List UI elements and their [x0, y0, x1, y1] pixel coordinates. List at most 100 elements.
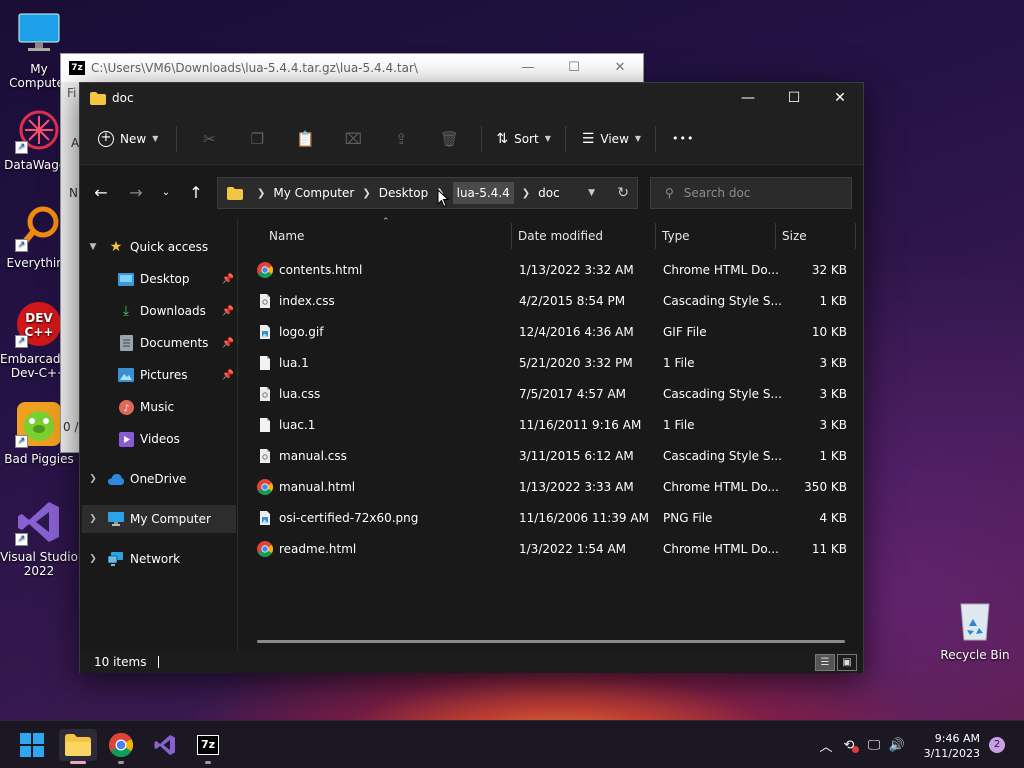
column-divider[interactable]: [855, 223, 856, 249]
file-row[interactable]: readme.html 1/3/2022 1:54 AM Chrome HTML D…: [257, 534, 853, 565]
minimize-button[interactable]: —: [725, 83, 771, 113]
folder-icon: [90, 91, 106, 105]
start-button[interactable]: [16, 729, 48, 761]
nav-label: Music: [140, 400, 175, 414]
nav-quick-access[interactable]: ▼ ★ Quick access: [86, 233, 234, 261]
paste-icon[interactable]: 📋: [281, 123, 329, 155]
nav-downloads[interactable]: ⤓ Downloads 📌: [118, 297, 234, 325]
system-tray: ︿ ⟲ 🖵 🔊: [816, 721, 908, 768]
new-button[interactable]: + New ▼: [98, 130, 158, 147]
taskbar-7zip[interactable]: 7z: [192, 729, 224, 764]
forward-button[interactable]: →: [121, 177, 151, 207]
cut-icon[interactable]: ✂: [185, 123, 233, 155]
file-row[interactable]: index.css 4/2/2015 8:54 PM Cascading Style…: [257, 286, 853, 317]
close-icon[interactable]: ✕: [597, 54, 643, 82]
refresh-icon[interactable]: ↻: [617, 185, 629, 201]
taskbar-visual-studio[interactable]: [149, 729, 181, 761]
network-icon: [108, 551, 124, 567]
chevron-right-icon[interactable]: ❯: [86, 514, 100, 524]
file-row[interactable]: logo.gif 12/4/2016 4:36 AM GIF File 10 KB: [257, 317, 853, 348]
nav-network[interactable]: ❯ Network: [86, 545, 234, 573]
horizontal-scrollbar[interactable]: [257, 640, 845, 643]
chevron-right-icon[interactable]: ❯: [86, 554, 100, 564]
breadcrumb-desktop[interactable]: Desktop: [379, 186, 429, 200]
address-bar[interactable]: ❯ My Computer ❯ Desktop ❯ lua-5.4.4 ❯ do…: [217, 177, 638, 209]
taskbar-chrome[interactable]: [105, 729, 137, 764]
back-button[interactable]: ←: [86, 177, 116, 207]
file-row[interactable]: manual.html 1/13/2022 3:33 AM Chrome HTML …: [257, 472, 853, 503]
sort-button[interactable]: ⇅ Sort ▼: [496, 131, 551, 147]
copy-icon[interactable]: ❐: [233, 123, 281, 155]
file-row[interactable]: lua.css 7/5/2017 4:57 AM Cascading Style S…: [257, 379, 853, 410]
maximize-icon[interactable]: ☐: [551, 54, 597, 82]
chevron-right-icon[interactable]: ❯: [86, 474, 100, 484]
network-status-icon[interactable]: 🖵: [862, 738, 886, 753]
chevron-down-icon[interactable]: ▼: [86, 242, 100, 252]
share-icon[interactable]: ⇪: [377, 123, 425, 155]
background-window-controls: — ☐ ✕: [505, 54, 643, 82]
more-options-button[interactable]: •••: [672, 132, 694, 145]
devcpp-icon: DEV C++ ↗: [15, 300, 63, 348]
nav-videos[interactable]: Videos: [118, 425, 234, 453]
file-type: Chrome HTML Do...: [663, 263, 779, 277]
column-header-name[interactable]: Name: [269, 223, 509, 249]
rename-icon[interactable]: ⌧: [329, 123, 377, 155]
column-divider[interactable]: [775, 223, 776, 249]
navigation-pane: ▼ ★ Quick access Desktop 📌 ⤓ Downloads 📌…: [80, 219, 238, 651]
nav-music[interactable]: ♪ Music: [118, 393, 234, 421]
show-hidden-icons-chevron-up-icon[interactable]: ︿: [816, 736, 836, 755]
view-button[interactable]: ☰ View ▼: [582, 131, 641, 147]
large-icons-view-button[interactable]: ▣: [837, 654, 857, 671]
breadcrumb-doc[interactable]: doc: [538, 186, 560, 200]
nav-onedrive[interactable]: ❯ OneDrive: [86, 465, 234, 493]
details-view-button[interactable]: ☰: [815, 654, 835, 671]
file-date: 11/16/2006 11:39 AM: [519, 511, 649, 525]
column-divider[interactable]: [655, 223, 656, 249]
taskbar-file-explorer[interactable]: [59, 729, 97, 764]
clock[interactable]: 9:46 AM 3/11/2023: [924, 731, 980, 761]
up-button[interactable]: ↑: [181, 177, 211, 207]
column-header-type[interactable]: Type: [662, 223, 774, 249]
image-file-icon: [257, 510, 273, 526]
view-label: View: [600, 131, 629, 146]
close-button[interactable]: ✕: [817, 83, 863, 113]
file-row[interactable]: luac.1 11/16/2011 9:16 AM 1 File 3 KB: [257, 410, 853, 441]
generic-file-icon: [257, 355, 273, 371]
volume-icon[interactable]: 🔊: [886, 738, 908, 753]
recent-locations-button[interactable]: ⌄: [151, 177, 181, 207]
file-date: 4/2/2015 8:54 PM: [519, 294, 626, 308]
maximize-button[interactable]: ☐: [771, 83, 817, 113]
file-row[interactable]: lua.1 5/21/2020 3:32 PM 1 File 3 KB: [257, 348, 853, 379]
file-name: lua.1: [279, 356, 309, 370]
column-header-size[interactable]: Size: [782, 223, 852, 249]
nav-documents[interactable]: Documents 📌: [118, 329, 234, 357]
nav-my-computer[interactable]: ❯ My Computer: [82, 505, 236, 533]
desktop-icon-recycle-bin[interactable]: Recycle Bin: [936, 596, 1014, 662]
computer-icon: [108, 511, 124, 527]
datawagon-icon: ↗: [15, 106, 63, 154]
nav-desktop[interactable]: Desktop 📌: [118, 265, 234, 293]
search-box[interactable]: ⚲ Search doc: [650, 177, 852, 209]
document-icon: [118, 335, 134, 351]
notification-badge[interactable]: 2: [989, 737, 1005, 753]
file-row[interactable]: osi-certified-72x60.png 11/16/2006 11:39 …: [257, 503, 853, 534]
breadcrumb-lua[interactable]: lua-5.4.4: [452, 182, 514, 204]
column-header-date[interactable]: Date modified: [518, 223, 654, 249]
column-divider[interactable]: [511, 223, 512, 249]
nav-pictures[interactable]: Pictures 📌: [118, 361, 234, 389]
file-explorer-window[interactable]: doc — ☐ ✕ + New ▼ ✂ ❐ 📋 ⌧ ⇪ 🗑 ⇅ Sort ▼ ☰…: [79, 82, 864, 673]
security-alert-icon[interactable]: ⟲: [836, 738, 862, 753]
file-type: 1 File: [663, 418, 695, 432]
minimize-icon[interactable]: —: [505, 54, 551, 82]
file-date: 1/3/2022 1:54 AM: [519, 542, 627, 556]
file-date: 5/21/2020 3:32 PM: [519, 356, 633, 370]
file-row[interactable]: manual.css 3/11/2015 6:12 AM Cascading Sty…: [257, 441, 853, 472]
background-window-fragment: A: [71, 136, 80, 150]
window-titlebar[interactable]: doc — ☐ ✕: [80, 83, 863, 113]
breadcrumb-my-computer[interactable]: My Computer: [273, 186, 354, 200]
address-history-chevron-icon[interactable]: ▼: [588, 188, 595, 198]
shortcut-arrow-icon: ↗: [15, 435, 28, 448]
delete-icon[interactable]: 🗑: [425, 123, 473, 155]
desktop-icon-visual-studio[interactable]: ↗ Visual Studio 2022: [0, 498, 78, 578]
file-row[interactable]: contents.html 1/13/2022 3:32 AM Chrome HTM…: [257, 255, 853, 286]
